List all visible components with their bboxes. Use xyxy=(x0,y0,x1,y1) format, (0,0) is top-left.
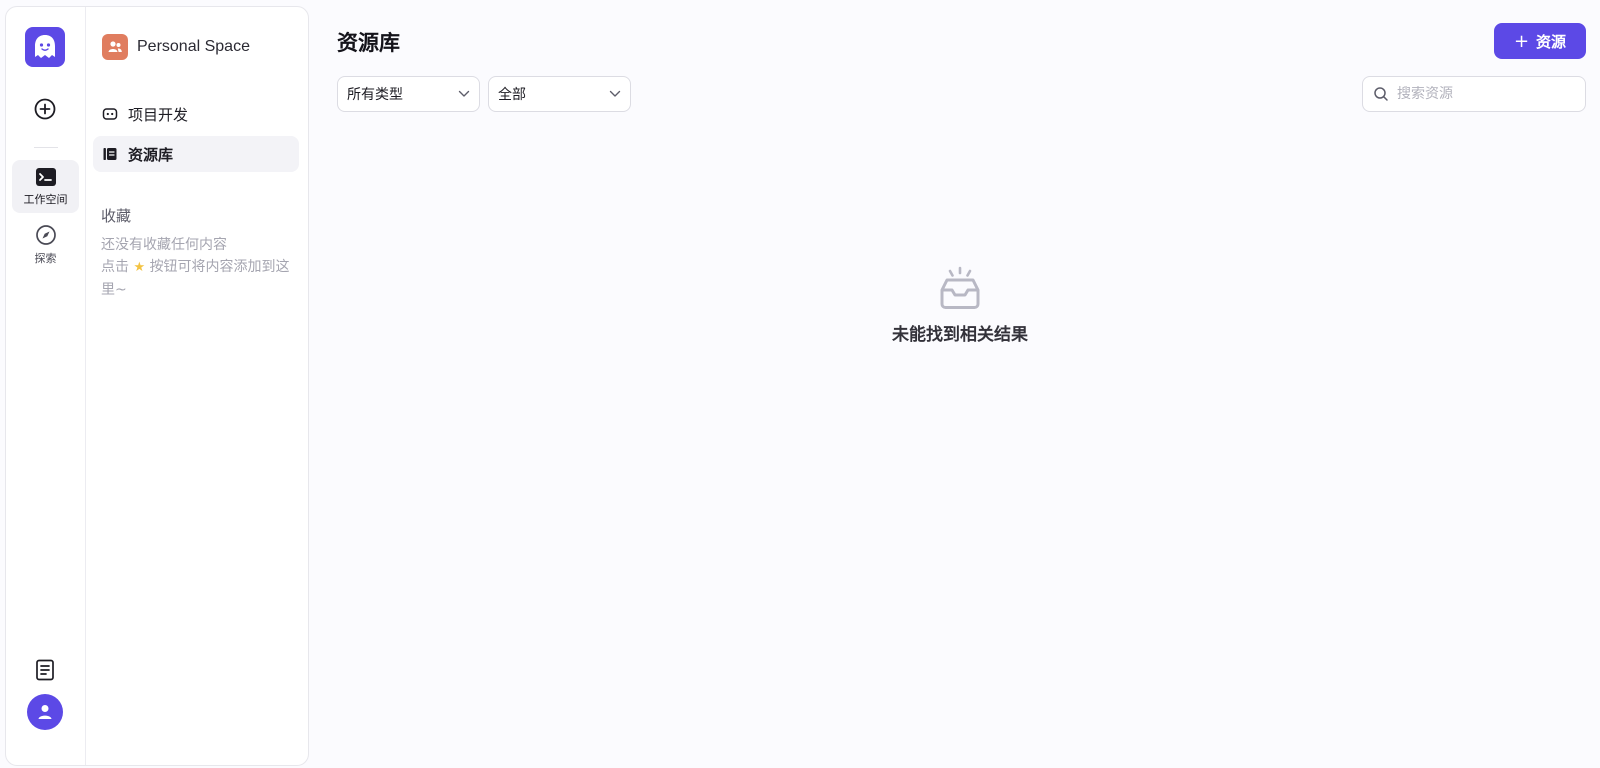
ghost-logo-icon xyxy=(35,35,55,58)
rail-divider xyxy=(34,147,58,148)
nav-item-label: 资源库 xyxy=(128,145,174,164)
favorites-empty-message: 还没有收藏任何内容 点击 ★ 按钮可将内容添加到这里~ xyxy=(101,234,301,301)
icon-rail: 工作空间 探索 xyxy=(6,7,86,765)
bot-icon xyxy=(102,106,118,122)
scope-filter-value: 全部 xyxy=(498,87,526,103)
sidebar-frame: 工作空间 探索 Personal Space 项目开发 资源库 收藏 还没有收藏… xyxy=(5,6,309,766)
type-filter-value: 所有类型 xyxy=(347,87,403,103)
people-icon xyxy=(102,34,128,60)
plus-circle-icon xyxy=(34,98,56,120)
rail-item-explore-label: 探索 xyxy=(34,252,57,265)
favorites-empty-line1: 还没有收藏任何内容 xyxy=(101,237,227,253)
favorites-title: 收藏 xyxy=(101,207,132,225)
space-name: Personal Space xyxy=(137,38,250,55)
rail-item-workspace-label: 工作空间 xyxy=(23,192,68,206)
favorites-empty-line2: 点击 ★ 按钮可将内容添加到这里~ xyxy=(101,259,290,298)
document-icon xyxy=(36,659,54,681)
scope-filter-select[interactable]: 全部 xyxy=(488,76,631,112)
star-icon: ★ xyxy=(133,260,146,275)
user-icon xyxy=(38,705,52,719)
user-avatar[interactable] xyxy=(27,694,63,730)
library-icon xyxy=(102,146,118,162)
plus-icon: + xyxy=(1513,30,1530,52)
chevron-down-icon xyxy=(458,90,470,97)
rail-item-explore[interactable]: 探索 xyxy=(12,219,79,271)
create-button[interactable] xyxy=(31,95,59,123)
type-filter-select[interactable]: 所有类型 xyxy=(337,76,480,112)
empty-state: 未能找到相关结果 xyxy=(860,266,1060,345)
search-box[interactable] xyxy=(1362,76,1586,112)
chevron-down-icon xyxy=(609,90,621,97)
nav-item-label: 项目开发 xyxy=(128,105,189,124)
add-resource-button[interactable]: + 资源 xyxy=(1494,23,1586,59)
search-input[interactable] xyxy=(1397,86,1567,102)
add-resource-label: 资源 xyxy=(1536,32,1567,51)
app-logo[interactable] xyxy=(25,27,65,67)
docs-button[interactable] xyxy=(32,657,58,683)
rail-item-workspace[interactable]: 工作空间 xyxy=(12,160,79,213)
empty-inbox-icon xyxy=(940,266,980,309)
empty-state-message: 未能找到相关结果 xyxy=(892,325,1028,345)
page-title: 资源库 xyxy=(337,31,400,55)
space-switcher[interactable]: Personal Space xyxy=(102,34,250,60)
compass-icon xyxy=(35,225,56,245)
terminal-icon xyxy=(35,167,56,186)
search-icon xyxy=(1374,87,1388,101)
nav-item-project-dev[interactable]: 项目开发 xyxy=(93,96,299,132)
nav-item-library[interactable]: 资源库 xyxy=(93,136,299,172)
